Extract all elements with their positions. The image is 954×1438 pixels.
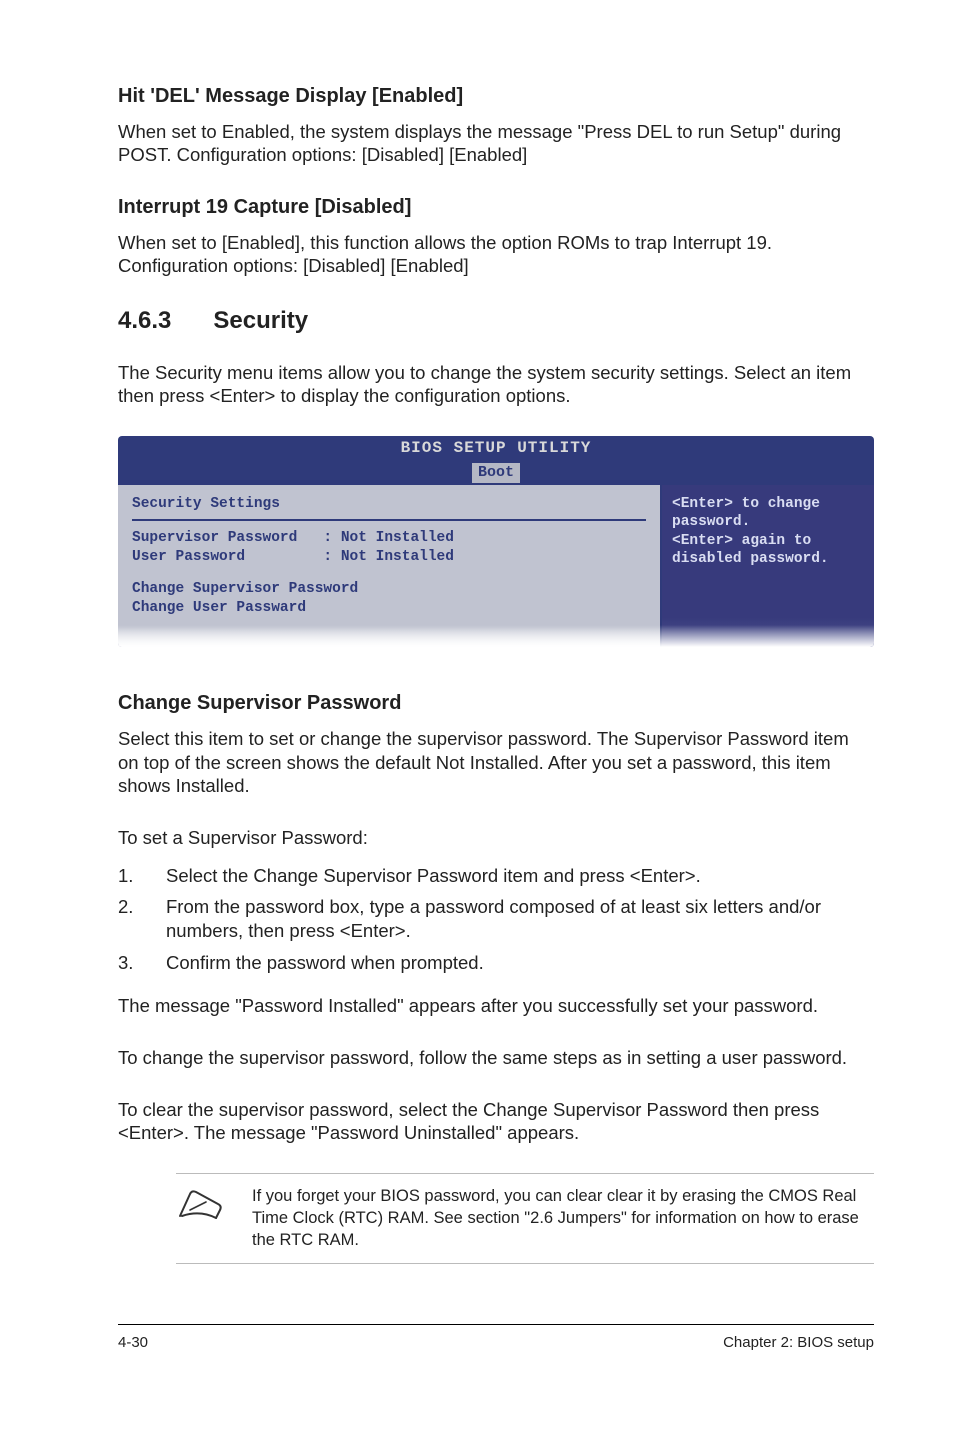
bios-tab-boot: Boot (472, 463, 520, 482)
para-463-intro: The Security menu items allow you to cha… (118, 361, 874, 408)
heading-csp: Change Supervisor Password (118, 691, 874, 717)
bios-help-line: disabled password. (672, 550, 864, 569)
heading-463: 4.6.3 Security (118, 306, 874, 337)
heading-hit-del: Hit 'DEL' Message Display [Enabled] (118, 84, 874, 110)
para-csp-3: The message "Password Installed" appears… (118, 994, 874, 1018)
heading-title: Security (213, 306, 308, 337)
bios-setup-screenshot: BIOS SETUP UTILITY Boot Security Setting… (118, 436, 874, 647)
bios-left-panel: Security Settings Supervisor Password : … (118, 485, 662, 648)
ordered-list: 1. Select the Change Supervisor Password… (118, 864, 874, 975)
list-text: Select the Change Supervisor Password it… (166, 864, 874, 888)
heading-int19: Interrupt 19 Capture [Disabled] (118, 195, 874, 221)
bios-help-line: password. (672, 513, 864, 532)
bios-row-change-user: Change User Passward (132, 599, 646, 618)
bios-row-supervisor: Supervisor Password : Not Installed (132, 529, 646, 548)
para-csp-1: Select this item to set or change the su… (118, 727, 874, 798)
bios-help-panel: <Enter> to change password. <Enter> agai… (662, 485, 874, 648)
para-csp-4: To change the supervisor password, follo… (118, 1046, 874, 1070)
list-num: 3. (118, 951, 166, 975)
bios-section-heading: Security Settings (132, 495, 646, 514)
heading-num: 4.6.3 (118, 306, 171, 337)
footer-page-num: 4-30 (118, 1333, 148, 1352)
note-icon (176, 1186, 224, 1230)
note-text: If you forget your BIOS password, you ca… (252, 1186, 874, 1251)
bios-divider (132, 519, 646, 521)
bios-tab-row: Boot (118, 458, 874, 484)
bios-body: Security Settings Supervisor Password : … (118, 485, 874, 648)
note-block: If you forget your BIOS password, you ca… (176, 1173, 874, 1264)
list-item: 2. From the password box, type a passwor… (118, 895, 874, 942)
para-csp-2: To set a Supervisor Password: (118, 826, 874, 850)
para-csp-5: To clear the supervisor password, select… (118, 1098, 874, 1145)
para-hit-del: When set to Enabled, the system displays… (118, 120, 874, 167)
list-text: From the password box, type a password c… (166, 895, 874, 942)
bios-help-line: <Enter> to change (672, 495, 864, 514)
list-num: 2. (118, 895, 166, 942)
page-footer: 4-30 Chapter 2: BIOS setup (118, 1324, 874, 1352)
bios-help-line: <Enter> again to (672, 532, 864, 551)
para-int19: When set to [Enabled], this function all… (118, 231, 874, 278)
footer-chapter: Chapter 2: BIOS setup (723, 1333, 874, 1352)
list-item: 3. Confirm the password when prompted. (118, 951, 874, 975)
bios-row-user: User Password : Not Installed (132, 548, 646, 567)
list-num: 1. (118, 864, 166, 888)
list-item: 1. Select the Change Supervisor Password… (118, 864, 874, 888)
bios-row-change-supervisor: Change Supervisor Password (132, 580, 646, 599)
bios-title: BIOS SETUP UTILITY (118, 436, 874, 458)
list-text: Confirm the password when prompted. (166, 951, 874, 975)
